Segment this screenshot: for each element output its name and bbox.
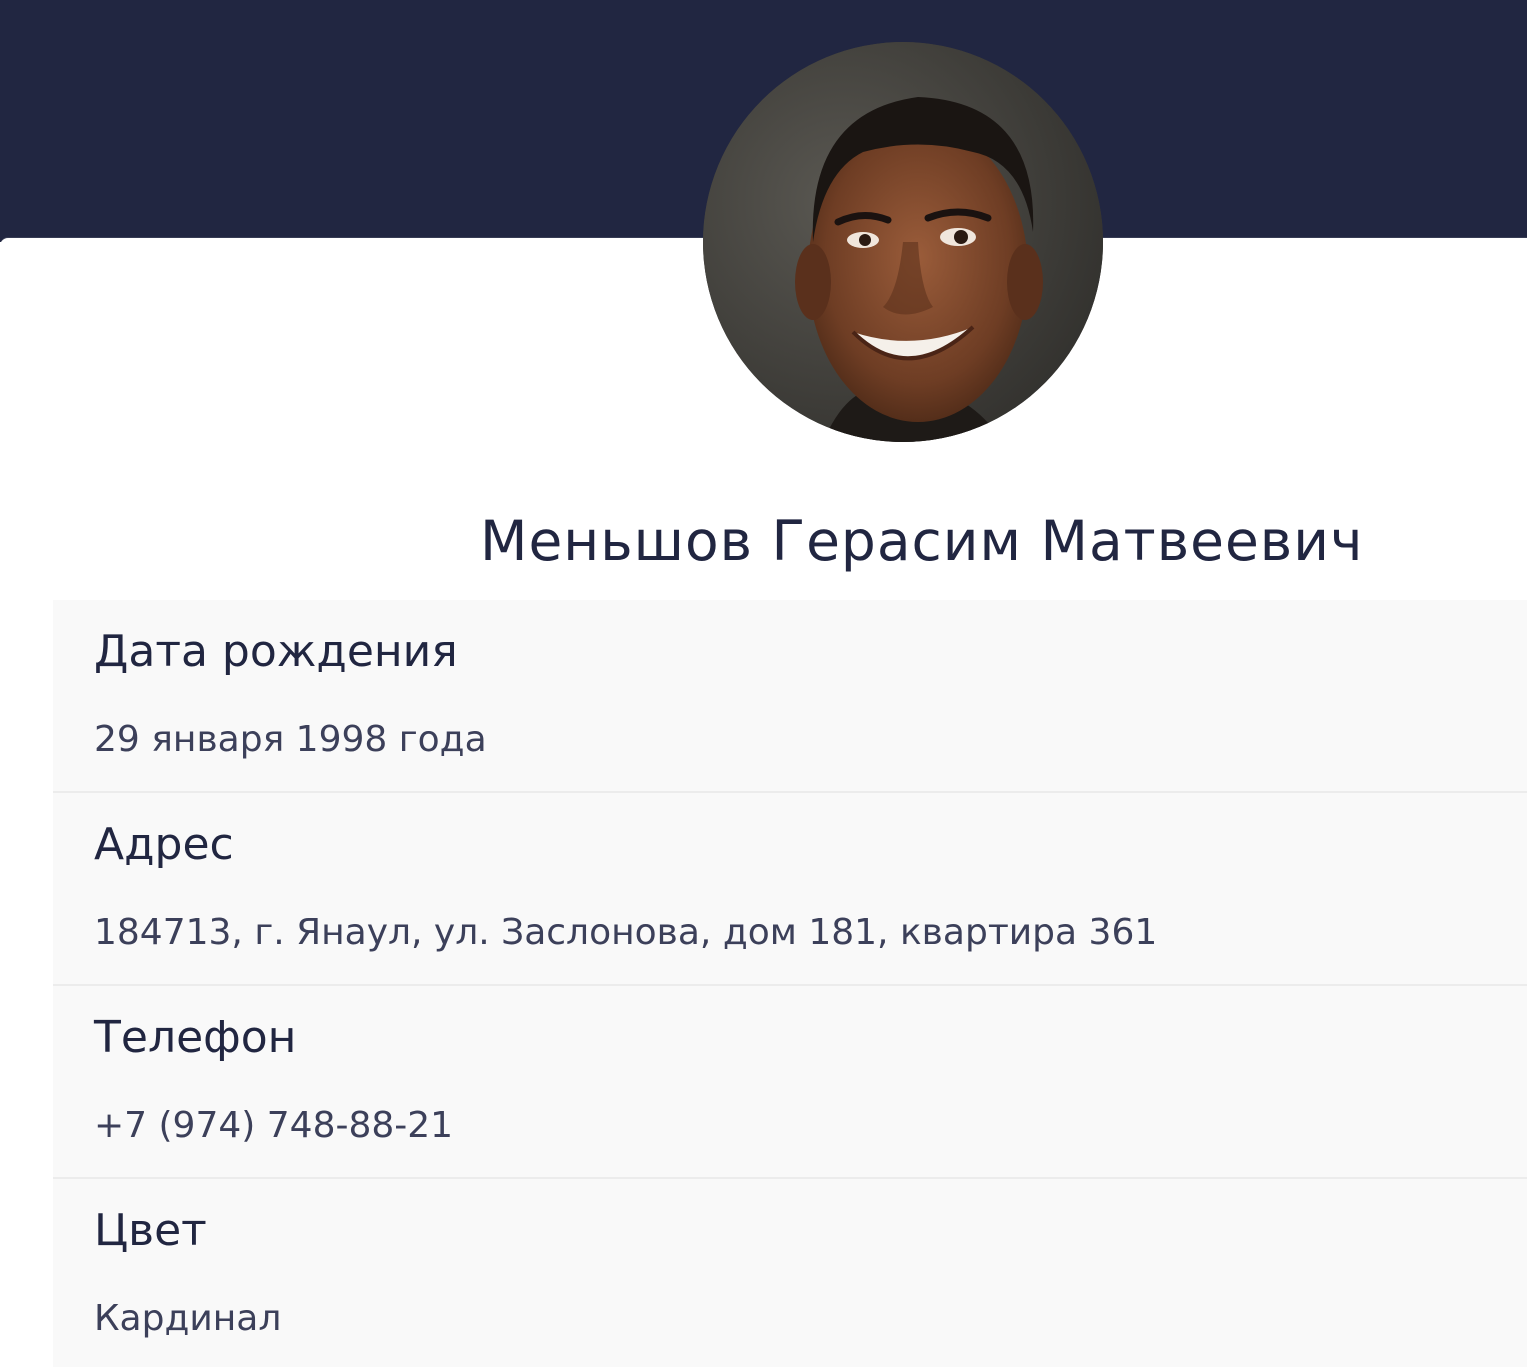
profile-name-text: Меньшов Герасим Матвеевич [480, 509, 1364, 573]
detail-value: +7 (974) 748-88-21 [94, 1105, 454, 1146]
detail-label: Цвет [94, 1205, 207, 1256]
detail-row-birthdate: Дата рождения 29 января 1998 года [53, 600, 1527, 793]
detail-label: Телефон [94, 1012, 297, 1063]
detail-label: Дата рождения [94, 626, 458, 677]
detail-label: Адрес [94, 819, 234, 870]
portrait-photo [703, 42, 1103, 442]
profile-name: Меньшов Герасим Матвеевич [0, 505, 1527, 577]
detail-value: Кардинал [94, 1298, 282, 1339]
profile-details-list: Дата рождения 29 января 1998 года Адрес … [53, 600, 1527, 1367]
detail-value: 184713, г. Янаул, ул. Заслонова, дом 181… [94, 912, 1158, 953]
detail-row-address: Адрес 184713, г. Янаул, ул. Заслонова, д… [53, 793, 1527, 986]
detail-row-color: Цвет Кардинал [53, 1179, 1527, 1367]
detail-value: 29 января 1998 года [94, 719, 487, 760]
detail-row-phone: Телефон +7 (974) 748-88-21 [53, 986, 1527, 1179]
avatar [703, 42, 1103, 442]
